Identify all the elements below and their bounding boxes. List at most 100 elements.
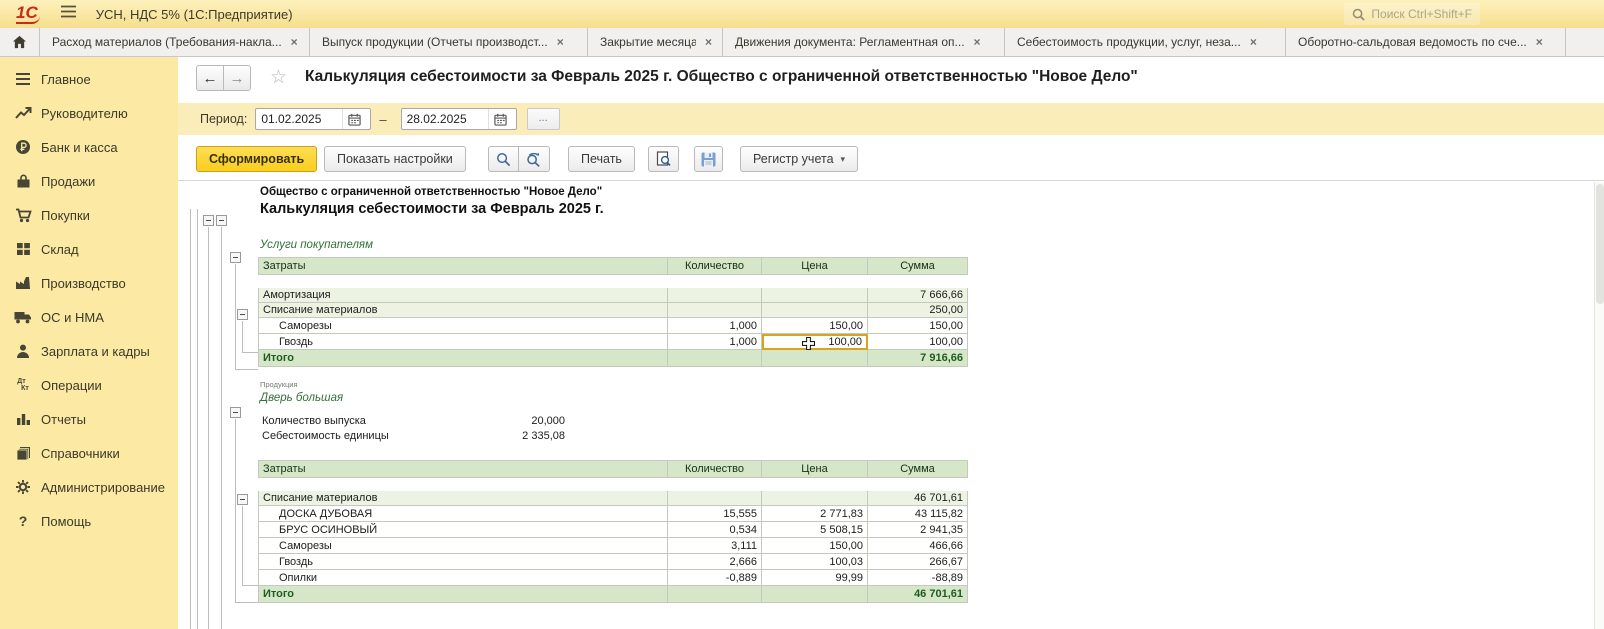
show-settings-button[interactable]: Показать настройки (324, 146, 466, 172)
print-preview-button[interactable] (648, 146, 679, 172)
period-more-button[interactable]: ... (527, 108, 560, 130)
cell-price[interactable] (762, 491, 868, 506)
find-next-button[interactable] (519, 146, 550, 172)
cell-price[interactable]: 2 771,83 (762, 506, 868, 522)
vertical-scrollbar[interactable] (1594, 182, 1604, 629)
cell-label[interactable]: Списание материалов (258, 491, 668, 506)
cell-qty[interactable]: 1,000 (668, 318, 762, 334)
sidebar-item-9[interactable]: Дт КтОперации (0, 368, 178, 402)
cell-qty[interactable]: 3,111 (668, 538, 762, 554)
sidebar-item-8[interactable]: Зарплата и кадры (0, 334, 178, 368)
cell-label[interactable]: Гвоздь (258, 554, 668, 570)
calendar-icon[interactable] (488, 109, 512, 129)
calendar-icon[interactable] (342, 109, 366, 129)
cell-qty[interactable]: 2,666 (668, 554, 762, 570)
sidebar-item-4[interactable]: Покупки (0, 198, 178, 232)
sidebar-item-6[interactable]: Производство (0, 266, 178, 300)
cell-price[interactable]: 150,00 (762, 538, 868, 554)
cell-sum[interactable]: 7 916,66 (868, 350, 968, 367)
cell-qty[interactable]: 1,000 (668, 334, 762, 350)
tab-4[interactable]: Себестоимость продукции, услуг, неза...× (1005, 28, 1286, 56)
cell-qty[interactable] (668, 288, 762, 303)
sidebar-item-12[interactable]: Администрирование (0, 470, 178, 504)
cell-label[interactable]: Итого (258, 586, 668, 603)
sidebar-item-3[interactable]: Продажи (0, 164, 178, 198)
cell-sum[interactable]: 46 701,61 (868, 586, 968, 603)
cell-label[interactable]: Саморезы (258, 538, 668, 554)
cell-label[interactable]: БРУС ОСИНОВЫЙ (258, 522, 668, 538)
tab-1[interactable]: Выпуск продукции (Отчеты производст...× (310, 28, 588, 56)
group-collapse-button[interactable] (230, 407, 241, 418)
global-search-input[interactable]: Поиск Ctrl+Shift+F (1344, 3, 1480, 25)
cell-price[interactable]: 100,03 (762, 554, 868, 570)
cell-price[interactable]: 5 508,15 (762, 522, 868, 538)
cell-sum[interactable]: 466,66 (868, 538, 968, 554)
sidebar-item-2[interactable]: Банк и касса (0, 130, 178, 164)
close-icon[interactable]: × (974, 35, 981, 49)
cell-sum[interactable]: 150,00 (868, 318, 968, 334)
group-collapse-button[interactable] (230, 252, 241, 263)
tab-2[interactable]: Закрытие месяца× (588, 28, 723, 56)
main-menu-icon[interactable] (60, 5, 78, 23)
group-collapse-button[interactable] (203, 215, 214, 226)
cell-sum[interactable]: 46 701,61 (868, 491, 968, 506)
cell-label[interactable]: Гвоздь (258, 334, 668, 350)
cell-qty[interactable] (668, 303, 762, 318)
cell-sum[interactable]: 7 666,66 (868, 288, 968, 303)
tab-3[interactable]: Движения документа: Регламентная оп...× (723, 28, 1005, 56)
cell-qty[interactable] (668, 586, 762, 603)
cell-sum[interactable]: 43 115,82 (868, 506, 968, 522)
cell-qty[interactable]: 15,555 (668, 506, 762, 522)
tab-0[interactable]: Расход материалов (Требования-накла...× (40, 28, 310, 56)
find-button[interactable] (488, 146, 519, 172)
sidebar-item-10[interactable]: Отчеты (0, 402, 178, 436)
close-icon[interactable]: × (291, 35, 298, 49)
cell-qty[interactable]: 0,534 (668, 522, 762, 538)
cell-label[interactable]: Саморезы (258, 318, 668, 334)
sidebar-item-1[interactable]: Руководителю (0, 96, 178, 130)
scrollbar-thumb[interactable] (1596, 184, 1604, 304)
sidebar-item-13[interactable]: ?Помощь (0, 504, 178, 538)
cell-price[interactable]: 99,99 (762, 570, 868, 586)
cell-price[interactable] (762, 586, 868, 603)
tab-5[interactable]: Оборотно-сальдовая ведомость по сче...× (1286, 28, 1566, 56)
group-collapse-button[interactable] (216, 215, 227, 226)
generate-button[interactable]: Сформировать (196, 146, 317, 172)
close-icon[interactable]: × (1250, 35, 1257, 49)
sidebar-item-11[interactable]: Справочники (0, 436, 178, 470)
cell-price[interactable] (762, 303, 868, 318)
period-from-field[interactable] (255, 108, 371, 130)
cell-label[interactable]: Итого (258, 350, 668, 367)
cell-label[interactable]: Списание материалов (258, 303, 668, 318)
home-tab[interactable] (0, 28, 40, 56)
sidebar-item-5[interactable]: Склад (0, 232, 178, 266)
group-collapse-button[interactable] (237, 309, 248, 320)
print-button[interactable]: Печать (568, 146, 635, 172)
cell-sum[interactable]: 266,67 (868, 554, 968, 570)
close-icon[interactable]: × (705, 35, 712, 49)
forward-button[interactable]: → (223, 65, 251, 91)
group-collapse-button[interactable] (237, 494, 248, 505)
cell-price[interactable] (762, 288, 868, 303)
cell-sum[interactable]: 100,00 (868, 334, 968, 350)
accounting-register-button[interactable]: Регистр учета ▾ (740, 146, 858, 172)
period-to-input[interactable] (402, 112, 488, 126)
sidebar-item-7[interactable]: ОС и НМА (0, 300, 178, 334)
selected-cell[interactable]: 100,00 (762, 334, 868, 350)
cell-label[interactable]: ДОСКА ДУБОВАЯ (258, 506, 668, 522)
close-icon[interactable]: × (557, 35, 564, 49)
period-to-field[interactable] (401, 108, 517, 130)
cell-qty[interactable] (668, 491, 762, 506)
back-button[interactable]: ← (196, 65, 224, 91)
save-button[interactable] (694, 146, 723, 172)
cell-qty[interactable]: -0,889 (668, 570, 762, 586)
favorite-star-icon[interactable]: ☆ (270, 66, 287, 89)
cell-label[interactable]: Амортизация (258, 288, 668, 303)
close-icon[interactable]: × (1536, 35, 1543, 49)
sidebar-item-0[interactable]: Главное (0, 62, 178, 96)
cell-qty[interactable] (668, 350, 762, 367)
cell-price[interactable] (762, 350, 868, 367)
cell-sum[interactable]: 2 941,35 (868, 522, 968, 538)
cell-price[interactable]: 150,00 (762, 318, 868, 334)
period-from-input[interactable] (256, 112, 342, 126)
